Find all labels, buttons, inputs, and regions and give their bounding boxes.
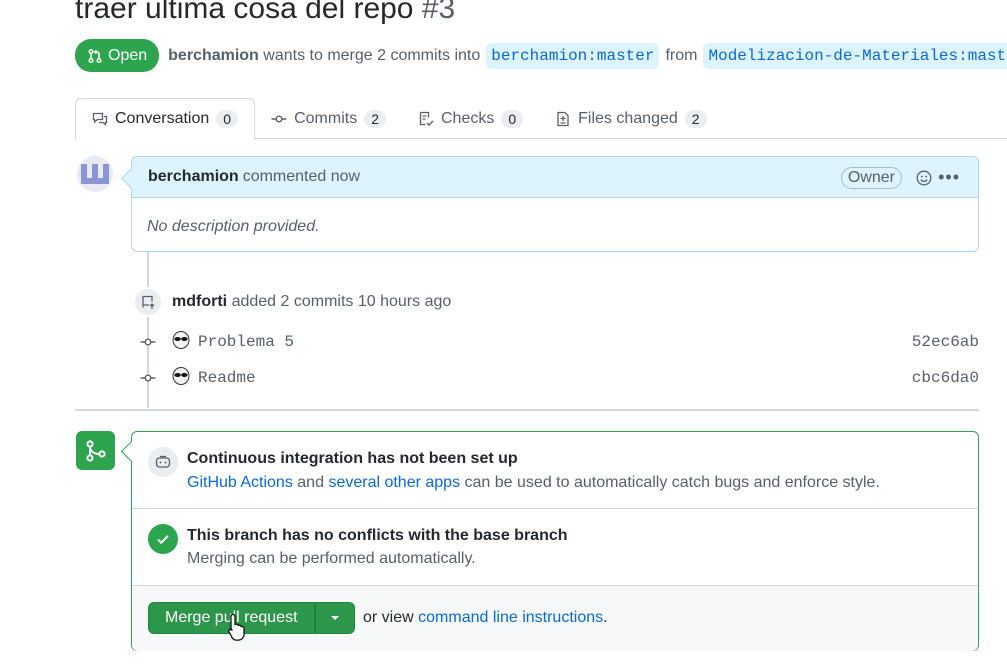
ci-and: and bbox=[297, 474, 324, 491]
timeline-divider bbox=[75, 409, 979, 411]
alien-avatar-icon[interactable] bbox=[172, 367, 190, 385]
pr-meta: Open berchamion wants to merge 2 commits… bbox=[75, 39, 1007, 72]
status-label: Open bbox=[108, 46, 148, 64]
kebab-menu-icon[interactable]: ••• bbox=[938, 167, 960, 188]
or-view-text: or view command line instructions. bbox=[363, 609, 608, 627]
commits-event-header: mdforti added 2 commits 10 hours ago bbox=[172, 293, 451, 311]
conflicts-section: This branch has no conflicts with the ba… bbox=[132, 509, 978, 586]
tab-counter: 0 bbox=[216, 110, 239, 128]
tab-label: Files changed bbox=[578, 109, 678, 127]
ci-title: Continuous integration has not been set … bbox=[187, 450, 518, 467]
comment-action: commented now bbox=[242, 168, 361, 185]
avatar[interactable] bbox=[77, 156, 113, 192]
comment-discussion-icon bbox=[92, 112, 108, 126]
from-text: from bbox=[665, 46, 698, 64]
pr-description-comment: berchamion commented now Owner ••• No de… bbox=[131, 156, 979, 252]
pr-tabs: Conversation 0 Commits 2 Checks 0 Files … bbox=[75, 98, 1007, 140]
caret-down-icon bbox=[330, 616, 339, 620]
identicon bbox=[77, 156, 113, 192]
tab-counter: 2 bbox=[684, 109, 707, 128]
comment-author[interactable]: berchamion bbox=[148, 168, 239, 186]
commit-author-link[interactable]: mdforti bbox=[172, 293, 227, 310]
merge-box: Continuous integration has not been set … bbox=[131, 431, 979, 651]
tab-files-changed[interactable]: Files changed 2 bbox=[539, 98, 722, 139]
commit-icon bbox=[140, 338, 156, 346]
hand-cursor-icon bbox=[228, 613, 245, 641]
comment-header: berchamion commented now Owner ••• bbox=[132, 157, 978, 198]
robot-icon bbox=[148, 447, 178, 477]
head-branch[interactable]: Modelizacion-de-Materiales:master bbox=[703, 42, 1007, 69]
file-diff-icon bbox=[557, 111, 569, 126]
owner-badge: Owner bbox=[840, 167, 902, 189]
tab-checks[interactable]: Checks 0 bbox=[402, 98, 539, 139]
commit-icon bbox=[140, 374, 156, 382]
period: . bbox=[603, 609, 608, 626]
ci-text: GitHub Actions and several other apps ca… bbox=[187, 474, 880, 492]
tab-label: Commits bbox=[294, 109, 358, 127]
git-merge-icon bbox=[76, 431, 115, 470]
check-icon bbox=[148, 524, 178, 554]
merge-actions: Merge pull request or view command line … bbox=[132, 586, 978, 651]
commit-row: Readme cbc6da0 bbox=[140, 366, 980, 390]
tab-counter: 2 bbox=[364, 109, 386, 128]
pull-request-icon bbox=[88, 48, 102, 63]
github-actions-link[interactable]: GitHub Actions bbox=[187, 474, 293, 491]
commit-message[interactable]: Readme bbox=[198, 369, 256, 387]
conflicts-subtitle: Merging can be performed automatically. bbox=[187, 550, 476, 567]
comment-body: No description provided. bbox=[147, 218, 320, 235]
pr-number: #3 bbox=[421, 0, 456, 25]
pr-title: traer ultima cosa del repo #3 bbox=[75, 0, 455, 26]
ci-rest: can be used to automatically catch bugs … bbox=[464, 474, 880, 491]
merge-method-dropdown[interactable] bbox=[314, 602, 355, 634]
conflicts-title: This branch has no conflicts with the ba… bbox=[187, 527, 568, 544]
command-line-instructions-link[interactable]: command line instructions bbox=[418, 609, 603, 626]
base-branch[interactable]: berchamion:master bbox=[486, 42, 660, 69]
ci-section: Continuous integration has not been set … bbox=[132, 432, 978, 509]
tab-label: Checks bbox=[440, 109, 495, 127]
meta-text: wants to merge 2 commits into bbox=[263, 46, 481, 64]
commit-icon bbox=[271, 114, 287, 122]
commit-sha[interactable]: cbc6da0 bbox=[912, 369, 979, 387]
commit-sha[interactable]: 52ec6ab bbox=[912, 333, 979, 351]
commits-event-time[interactable]: 10 hours ago bbox=[358, 293, 451, 310]
status-badge: Open bbox=[75, 39, 160, 72]
alien-avatar-icon[interactable] bbox=[172, 331, 190, 349]
author-link[interactable]: berchamion bbox=[168, 47, 259, 65]
smiley-icon[interactable] bbox=[916, 170, 932, 186]
tab-commits[interactable]: Commits 2 bbox=[255, 98, 402, 139]
or-view-label: or view bbox=[363, 609, 414, 626]
commit-message[interactable]: Problema 5 bbox=[198, 333, 294, 351]
checklist-icon bbox=[419, 111, 434, 126]
tab-counter: 0 bbox=[501, 109, 524, 128]
pr-title-text: traer ultima cosa del repo bbox=[75, 0, 414, 25]
commits-event-text: added 2 commits bbox=[231, 293, 354, 310]
merge-button-group: Merge pull request bbox=[148, 602, 355, 634]
other-apps-link[interactable]: several other apps bbox=[328, 474, 460, 491]
commit-row: Problema 5 52ec6ab bbox=[140, 330, 980, 354]
tab-conversation[interactable]: Conversation 0 bbox=[75, 98, 256, 140]
tab-label: Conversation bbox=[115, 110, 210, 127]
repo-push-icon bbox=[133, 287, 163, 317]
